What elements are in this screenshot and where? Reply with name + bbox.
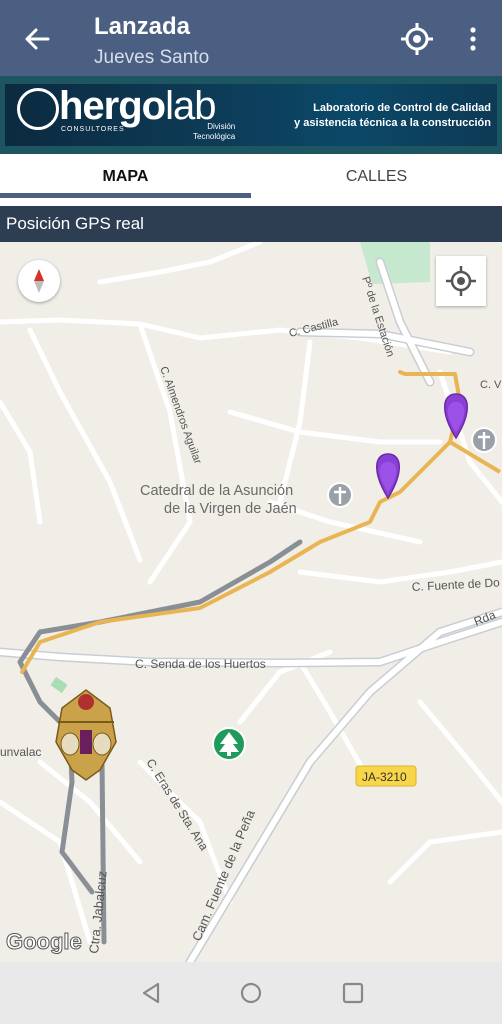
nav-home-icon[interactable] xyxy=(238,980,264,1006)
page-title: Lanzada xyxy=(94,13,191,40)
road-code-text: JA-3210 xyxy=(362,770,407,784)
app-bar: Lanzada Jueves Santo xyxy=(0,0,502,76)
my-location-icon xyxy=(446,266,476,296)
label-fuente-de: C. Fuente de Do xyxy=(411,575,500,594)
crosshair-icon[interactable] xyxy=(400,22,434,56)
map-canvas[interactable]: C. Castilla Pº de la Estación C. Almendr… xyxy=(0,242,502,962)
small-park xyxy=(50,676,68,694)
procession-marker-icon[interactable] xyxy=(444,393,468,440)
page-subtitle: Jueves Santo xyxy=(94,47,210,68)
tree-icon[interactable] xyxy=(212,727,246,761)
brand-logo-icon xyxy=(17,88,59,130)
label-eras: C. Eras de Sta. Ana xyxy=(143,756,211,853)
google-attribution: Google xyxy=(6,929,82,954)
brand-consultores: CONSULTORES xyxy=(61,126,125,133)
brotherhood-emblem-icon[interactable] xyxy=(55,689,117,781)
sponsor-banner[interactable]: hergolab CONSULTORES División Tecnológica… xyxy=(5,84,497,146)
map-view[interactable]: C. Castilla Pº de la Estación C. Almendr… xyxy=(0,242,502,962)
procession-marker-icon[interactable] xyxy=(376,453,400,500)
my-location-button[interactable] xyxy=(436,256,486,306)
compass-button[interactable] xyxy=(18,260,60,302)
tab-separator xyxy=(0,198,502,206)
gps-status-label: Posición GPS real xyxy=(0,206,502,242)
label-senda: C. Senda de los Huertos xyxy=(135,657,266,671)
cross-icon[interactable] xyxy=(471,427,497,453)
arrow-back-icon[interactable] xyxy=(22,24,52,54)
label-almendros: C. Almendros Aguilar xyxy=(157,365,204,466)
label-cathedral-2: de la Virgen de Jaén xyxy=(164,501,297,517)
banner-tagline-2: y asistencia técnica a la construcción xyxy=(294,117,491,129)
more-vert-icon[interactable] xyxy=(462,24,484,54)
system-nav-bar xyxy=(0,962,502,1024)
label-unvala: unvalac xyxy=(0,745,41,759)
compass-icon xyxy=(34,269,44,293)
cross-icon[interactable] xyxy=(327,482,353,508)
label-cv: C. V xyxy=(480,379,502,391)
banner-container: hergolab CONSULTORES División Tecnológica… xyxy=(0,76,502,154)
banner-tagline-1: Laboratorio de Control de Calidad xyxy=(313,102,491,114)
brand-division: División Tecnológica xyxy=(193,122,236,141)
nav-recents-icon[interactable] xyxy=(340,980,366,1006)
nav-back-icon[interactable] xyxy=(138,980,164,1006)
label-cathedral-1: Catedral de la Asunción xyxy=(140,483,293,499)
